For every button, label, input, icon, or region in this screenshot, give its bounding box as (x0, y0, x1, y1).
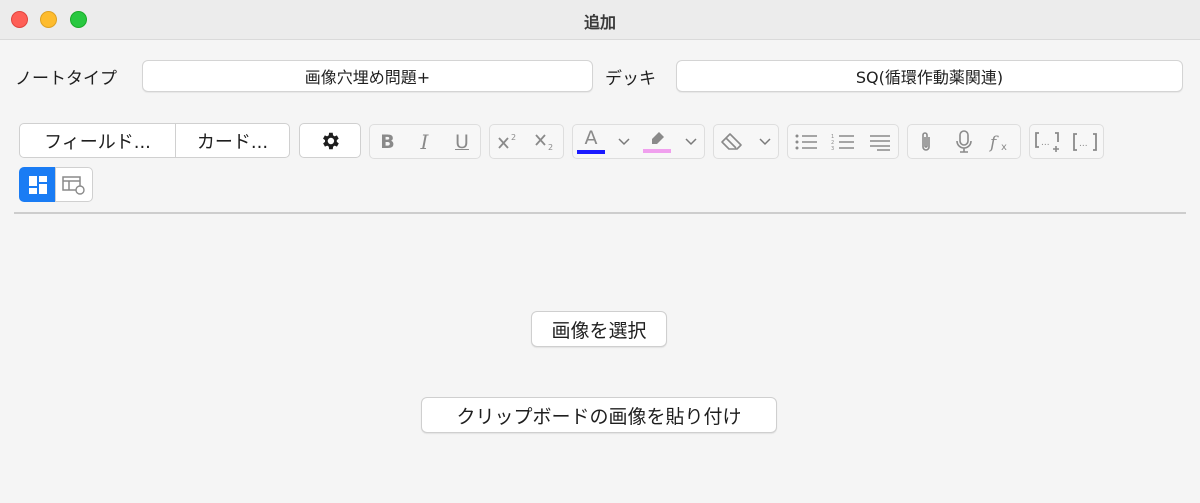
align-icon (870, 134, 890, 151)
deck-selector[interactable]: SQ(循環作動薬関連) (676, 60, 1183, 92)
text-color-icon: A (584, 127, 598, 149)
superscript-icon: 2 (497, 133, 516, 149)
deck-value: SQ(循環作動薬関連) (855, 68, 1004, 87)
toolbar-divider (14, 212, 1186, 214)
ordered-list-button[interactable]: 1 2 3 (824, 124, 861, 159)
text-color-button[interactable]: A (572, 124, 610, 159)
svg-text:3: 3 (831, 146, 834, 151)
svg-text:x: x (1001, 142, 1007, 153)
svg-text:...: ... (1041, 138, 1050, 148)
paperclip-icon (922, 131, 930, 151)
cards-button[interactable]: カード... (175, 123, 290, 158)
gear-icon (323, 132, 339, 149)
align-button[interactable] (861, 124, 899, 159)
underline-icon: U (455, 130, 469, 153)
chevron-down-icon (684, 137, 697, 145)
eraser-icon (721, 132, 742, 150)
paste-clipboard-label: クリップボードの画像を貼り付け (456, 405, 742, 428)
text-color-swatch (577, 150, 605, 154)
math-button[interactable]: fx (983, 124, 1021, 159)
subscript-button[interactable]: 2 (526, 124, 564, 159)
svg-text:2: 2 (548, 143, 553, 152)
title-bar: 追加 (0, 0, 1200, 40)
attach-button[interactable] (907, 124, 945, 159)
cloze-icon: ... (1073, 132, 1097, 151)
text-color-dropdown[interactable] (610, 124, 638, 159)
notetype-selector[interactable]: 画像穴埋め問題+ (142, 60, 593, 92)
numbered-list-icon: 1 2 3 (831, 134, 854, 151)
italic-icon: I (420, 129, 429, 154)
table-refresh-icon (62, 175, 85, 195)
bold-button[interactable]: B (369, 124, 406, 159)
fields-button[interactable]: フィールド... (19, 123, 176, 158)
paste-clipboard-image-button[interactable]: クリップボードの画像を貼り付け (421, 397, 777, 433)
cloze-same-button[interactable]: ... (1066, 124, 1104, 159)
svg-text:...: ... (1079, 139, 1088, 149)
mask-editor-button[interactable] (55, 167, 93, 202)
highlight-dropdown[interactable] (676, 124, 705, 159)
underline-button[interactable]: U (443, 124, 481, 159)
chevron-down-icon (759, 137, 771, 145)
italic-button[interactable]: I (406, 124, 443, 159)
function-icon: fx (989, 133, 1007, 153)
svg-text:2: 2 (511, 133, 516, 142)
bold-icon: B (380, 130, 395, 153)
unordered-list-button[interactable] (787, 124, 824, 159)
cards-button-label: カード... (196, 131, 269, 153)
select-image-label: 画像を選択 (551, 319, 647, 342)
cloze-new-button[interactable]: ... (1029, 124, 1066, 159)
fields-button-label: フィールド... (44, 131, 151, 153)
record-audio-button[interactable] (945, 124, 983, 159)
clear-format-button[interactable] (713, 124, 751, 159)
options-button[interactable] (299, 123, 361, 158)
window-title: 追加 (583, 13, 616, 32)
superscript-button[interactable]: 2 (489, 124, 526, 159)
clear-format-dropdown[interactable] (751, 124, 779, 159)
editor-layout-button[interactable] (19, 167, 56, 202)
highlight-color-swatch (643, 148, 671, 153)
svg-text:f: f (989, 133, 999, 153)
microphone-icon (956, 129, 972, 153)
cloze-add-icon: ... (1034, 131, 1059, 152)
notetype-label: ノートタイプ (15, 69, 117, 89)
bullet-list-icon (795, 134, 817, 149)
subscript-icon: 2 (535, 133, 553, 152)
deck-label: デッキ (605, 69, 656, 89)
chevron-down-icon (618, 137, 630, 145)
notetype-value: 画像穴埋め問題+ (304, 68, 431, 87)
highlight-button[interactable] (638, 124, 676, 159)
dashboard-icon (28, 175, 47, 194)
select-image-button[interactable]: 画像を選択 (531, 311, 667, 347)
highlighter-icon (652, 131, 664, 144)
